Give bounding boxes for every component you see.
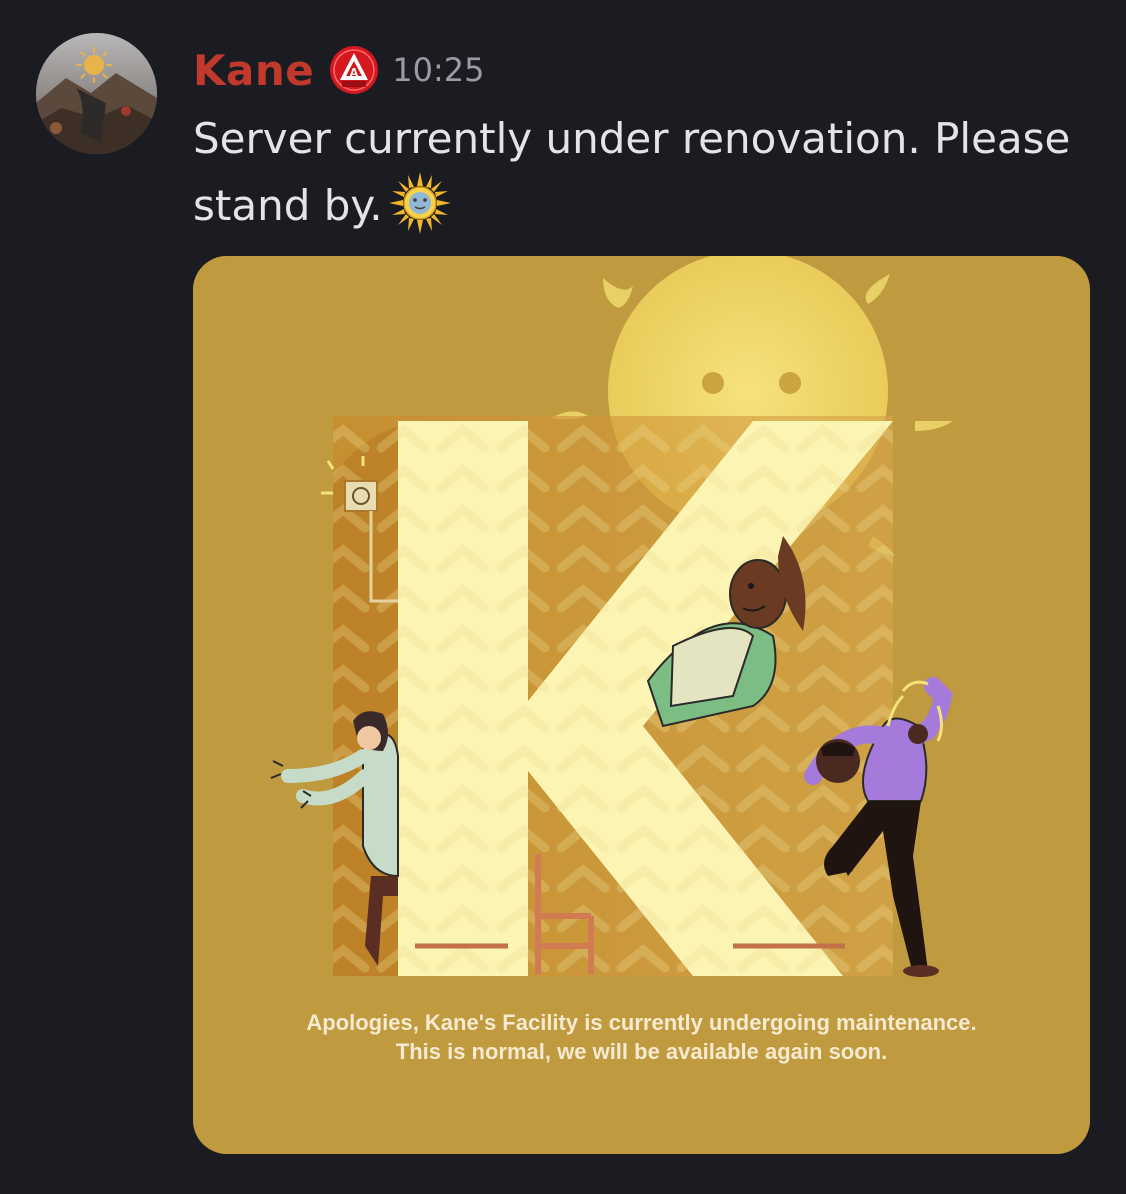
message-header: Kane A 10:25 [193, 40, 485, 100]
user-avatar[interactable] [36, 33, 157, 154]
caption-line-1: Apologies, Kane's Facility is currently … [306, 1010, 977, 1035]
attachment-caption: Apologies, Kane's Facility is currently … [193, 1008, 1090, 1066]
role-badge-icon[interactable]: A [328, 44, 380, 96]
image-attachment[interactable]: Apologies, Kane's Facility is currently … [193, 256, 1090, 1154]
sun-with-face-emoji-icon [388, 172, 451, 234]
message-content: Server currently under renovation. Pleas… [193, 106, 1103, 239]
username[interactable]: Kane [193, 46, 314, 95]
avatar-painting-image [36, 33, 157, 154]
message-timestamp: 10:25 [392, 51, 485, 89]
caption-line-2: This is normal, we will be available aga… [395, 1039, 888, 1064]
chat-message: Kane A 10:25 Server currently under reno… [0, 0, 1126, 1194]
role-badge-letter: A [350, 65, 360, 80]
message-text: Server currently under renovation. Pleas… [193, 114, 1071, 230]
